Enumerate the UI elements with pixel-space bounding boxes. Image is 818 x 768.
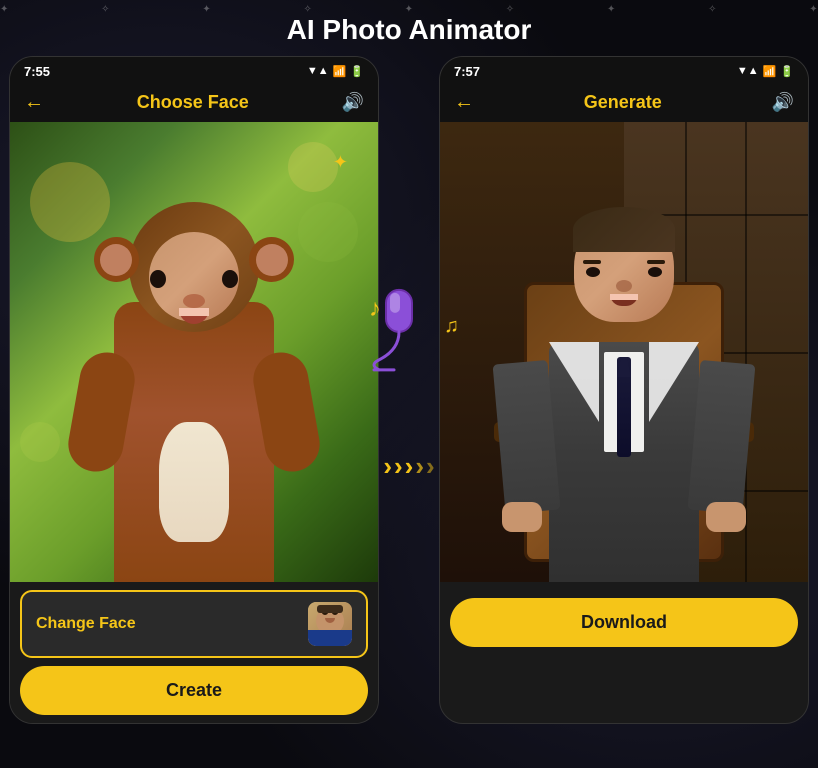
signal-icon: ▼▲: [307, 65, 329, 77]
left-back-button[interactable]: ←: [24, 91, 44, 114]
left-image-area: ✦: [10, 122, 378, 582]
create-button[interactable]: Create: [20, 666, 368, 715]
right-phone: 7:57 ▼▲ 📶 🔋 ← Generate 🔊: [439, 56, 809, 724]
arrow-3: ›: [405, 451, 414, 482]
middle-decorations: ♪ ♫ › › › › ›: [369, 315, 449, 482]
phones-container: 7:55 ▼▲ 📶 🔋 ← Choose Face 🔊: [9, 56, 809, 724]
arrows-container: › › › › ›: [383, 451, 434, 482]
right-bottom-spacer: [440, 582, 808, 590]
app-title: AI Photo Animator: [287, 14, 532, 46]
sparkle-icon: ✦: [333, 152, 348, 173]
arrow-1: ›: [383, 451, 392, 482]
right-signal-icon: ▼▲: [737, 65, 759, 77]
monkey-child-image: ✦: [10, 122, 378, 582]
face-thumbnail: [308, 602, 352, 646]
left-sound-button[interactable]: 🔊: [342, 92, 364, 113]
battery-icon: 🔋: [350, 65, 364, 78]
right-status-bar: 7:57 ▼▲ 📶 🔋: [440, 57, 808, 85]
right-status-icons: ▼▲ 📶 🔋: [737, 65, 794, 78]
left-phone: 7:55 ▼▲ 📶 🔋 ← Choose Face 🔊: [9, 56, 379, 724]
left-status-time: 7:55: [24, 64, 50, 79]
arrow-5: ›: [426, 451, 435, 482]
change-face-label: Change Face: [36, 615, 136, 633]
right-header-title: Generate: [584, 92, 662, 113]
suit-man-image: [440, 122, 808, 582]
wifi-icon: 📶: [333, 65, 347, 78]
right-wifi-icon: 📶: [763, 65, 777, 78]
right-sound-button[interactable]: 🔊: [772, 92, 794, 113]
left-status-icons: ▼▲ 📶 🔋: [307, 65, 364, 78]
right-status-time: 7:57: [454, 64, 480, 79]
arrow-2: ›: [394, 451, 403, 482]
arrow-4: ›: [415, 451, 424, 482]
right-battery-icon: 🔋: [780, 65, 794, 78]
change-face-button[interactable]: Change Face: [20, 590, 368, 658]
right-back-button[interactable]: ←: [454, 91, 474, 114]
download-button[interactable]: Download: [450, 598, 798, 647]
right-image-area: [440, 122, 808, 582]
left-header-title: Choose Face: [137, 92, 249, 113]
left-status-bar: 7:55 ▼▲ 📶 🔋: [10, 57, 378, 85]
left-phone-header: ← Choose Face 🔊: [10, 85, 378, 122]
left-phone-bottom: Change Face Create: [10, 582, 378, 723]
right-phone-header: ← Generate 🔊: [440, 85, 808, 122]
